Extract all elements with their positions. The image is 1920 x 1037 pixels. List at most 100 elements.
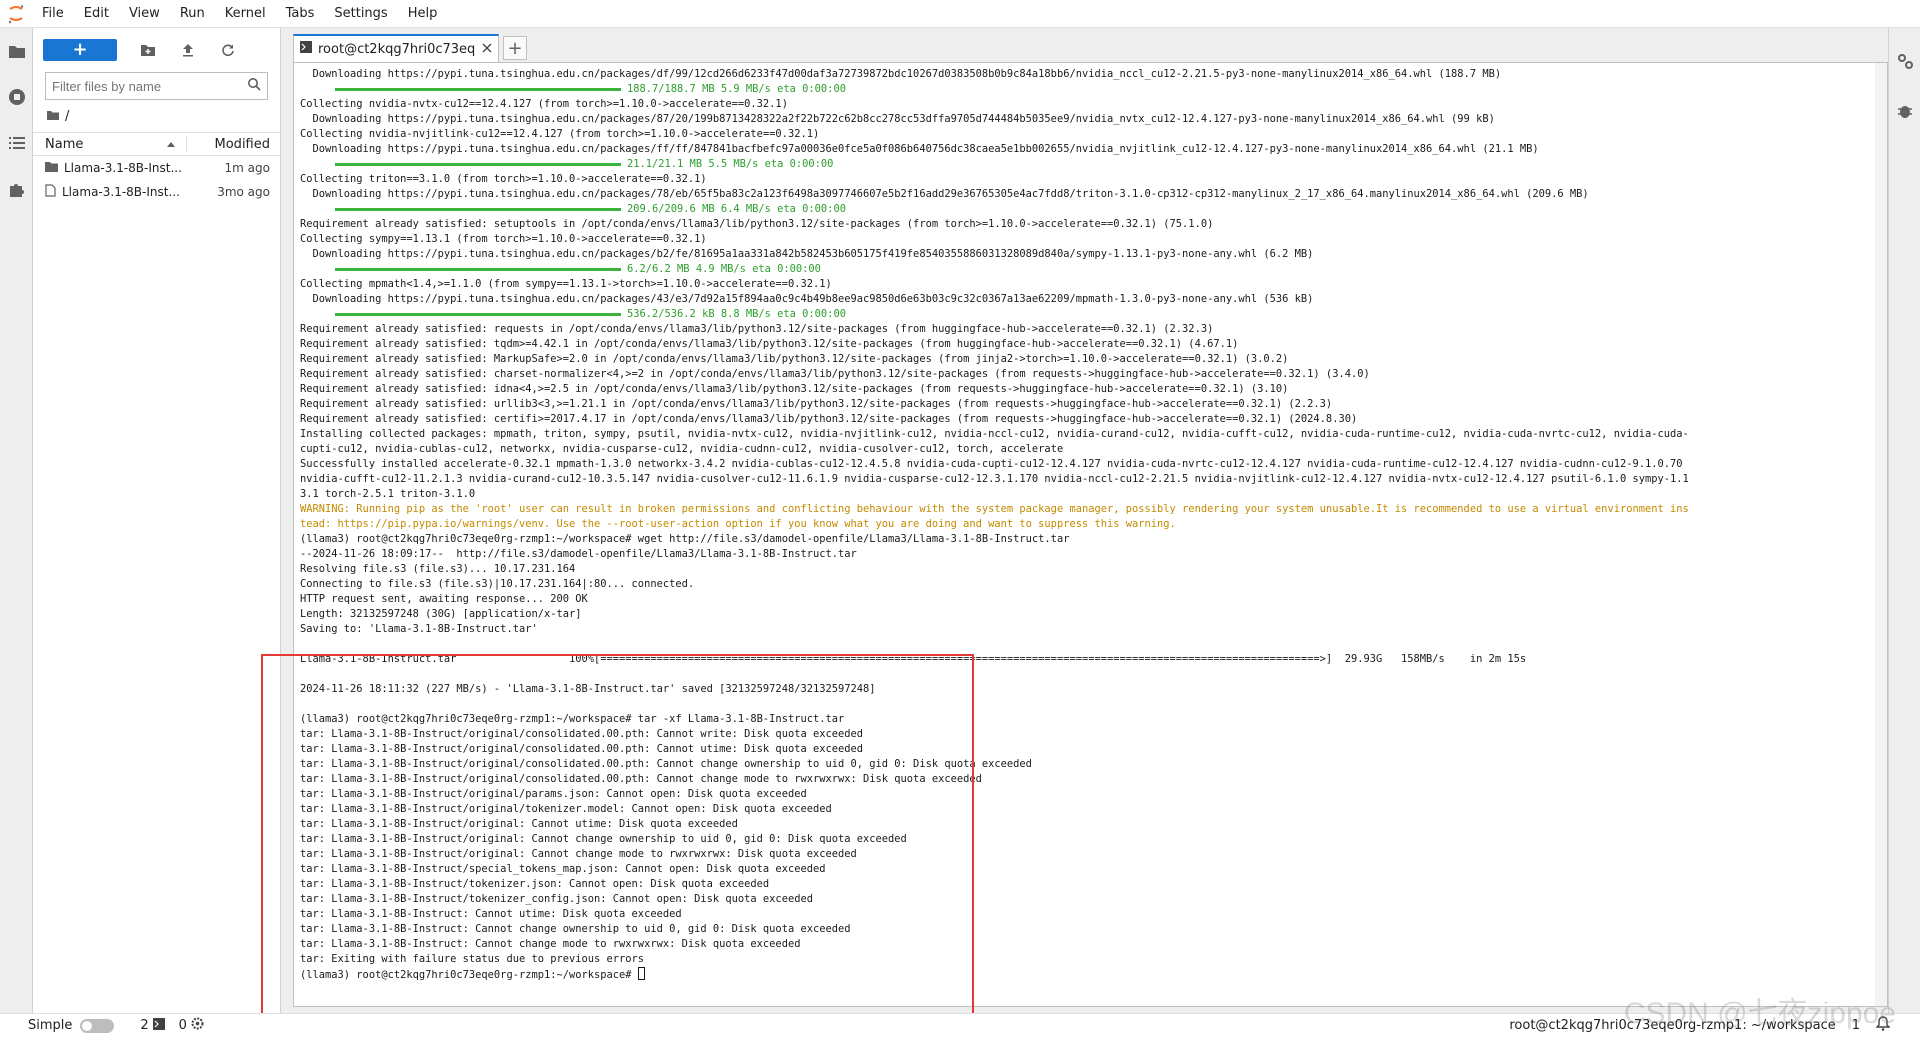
upload-icon[interactable] [179,41,197,59]
terminal-line-text: tar: Llama-3.1-8B-Instruct/original: Can… [300,833,907,845]
terminal-line: 6.2/6.2 MB 4.9 MB/s eta 0:00:00 [300,262,1881,277]
terminal-line: tar: Llama-3.1-8B-Instruct/original/cons… [300,742,1881,757]
breadcrumb-root[interactable]: / [65,109,69,124]
menu-edit[interactable]: Edit [74,0,119,28]
new-folder-icon[interactable] [139,41,157,59]
main-dock: root@ct2kqg7hri0c73eqe0rg + Downloading … [281,28,1888,1013]
terminal-panel[interactable]: Downloading https://pypi.tuna.tsinghua.e… [293,62,1888,1007]
terminal-line-text: Downloading https://pypi.tuna.tsinghua.e… [300,293,1314,305]
file-modified: 1m ago [224,161,270,175]
kernel-gear-icon [191,1017,204,1034]
terminal-line-text: 3.1 torch-2.5.1 triton-3.1.0 [300,488,476,500]
file-list-item[interactable]: Llama-3.1-8B-Inst... 3mo ago [33,180,280,204]
terminal-line: --2024-11-26 18:09:17-- http://file.s3/d… [300,547,1881,562]
search-box [45,72,268,100]
terminal-line-text: tar: Llama-3.1-8B-Instruct/original/cons… [300,743,864,755]
terminal-line: 536.2/536.2 kB 8.8 MB/s eta 0:00:00 [300,307,1881,322]
terminal-line-text: 6.2/6.2 MB 4.9 MB/s eta 0:00:00 [627,263,821,275]
terminals-count: 2 [140,1018,149,1033]
menu-view[interactable]: View [119,0,170,28]
terminal-line-text: Installing collected packages: mpmath, t… [300,428,1689,440]
terminal-line-text: nvidia-cufft-cu12-11.2.1.3 nvidia-curand… [300,473,1689,485]
terminal-line-text: --2024-11-26 18:09:17-- http://file.s3/d… [300,548,857,560]
debugger-icon[interactable] [1889,86,1920,136]
search-icon[interactable] [247,77,261,95]
menu-file[interactable]: File [32,0,74,28]
terminal-line: 209.6/209.6 MB 6.4 MB/s eta 0:00:00 [300,202,1881,217]
terminals-status[interactable]: 2 0 [140,1017,204,1034]
file-browser-toolbar: + [33,28,280,72]
terminal-line: Saving to: 'Llama-3.1-8B-Instruct.tar' [300,622,1881,637]
terminal-line: Downloading https://pypi.tuna.tsinghua.e… [300,67,1881,82]
menu-tabs[interactable]: Tabs [276,0,325,28]
tab-bar: root@ct2kqg7hri0c73eqe0rg + [281,28,1888,62]
folder-icon[interactable] [0,28,33,74]
folder-icon[interactable] [47,109,59,124]
terminal-line: Downloading https://pypi.tuna.tsinghua.e… [300,112,1881,127]
terminal-line-text: tar: Llama-3.1-8B-Instruct/tokenizer_con… [300,893,813,905]
terminal-line: Llama-3.1-8B-Instruct.tar 100%[=========… [300,652,1881,667]
bell-icon[interactable] [1875,1016,1891,1035]
terminal-line-text: Successfully installed accelerate-0.32.1… [300,458,1683,470]
terminal-line: tar: Llama-3.1-8B-Instruct/tokenizer.jso… [300,877,1881,892]
new-launcher-button[interactable]: + [43,39,117,61]
terminal-icon [300,41,312,57]
terminal-line-text: 21.1/21.1 MB 5.5 MB/s eta 0:00:00 [627,158,834,170]
menu-settings[interactable]: Settings [324,0,397,28]
terminal-line-text: tead: https://pip.pypa.io/warnings/venv.… [300,518,1176,530]
menu-kernel[interactable]: Kernel [215,0,276,28]
file-list-header: Name Modified [33,132,280,156]
menu-help[interactable]: Help [398,0,448,28]
close-icon[interactable] [482,42,492,57]
terminal-line-text: tar: Exiting with failure status due to … [300,953,645,965]
terminal-line: 188.7/188.7 MB 5.9 MB/s eta 0:00:00 [300,82,1881,97]
terminal-line: tar: Llama-3.1-8B-Instruct/original/cons… [300,757,1881,772]
terminal-line: Requirement already satisfied: setuptool… [300,217,1881,232]
terminal-line-text: tar: Llama-3.1-8B-Instruct: Cannot utime… [300,908,682,920]
running-icon[interactable] [0,74,33,120]
terminal-line-text: Resolving file.s3 (file.s3)... 10.17.231… [300,563,576,575]
file-list-item[interactable]: Llama-3.1-8B-Inst... 1m ago [33,156,280,180]
terminal-cursor [637,967,645,980]
property-inspector-icon[interactable] [1889,36,1920,86]
progress-bar [335,207,621,211]
progress-bar [335,312,621,316]
terminal-line-text: Collecting nvidia-nvjitlink-cu12==12.4.1… [300,128,820,140]
column-header-modified[interactable]: Modified [187,137,280,152]
column-header-name[interactable]: Name [33,136,187,152]
left-sidebar [0,28,33,1013]
terminal-line-text: tar: Llama-3.1-8B-Instruct/original/cons… [300,758,1032,770]
terminal-line-text: Downloading https://pypi.tuna.tsinghua.e… [300,68,1502,80]
terminal-line-text: Requirement already satisfied: urllib3<3… [300,398,1333,410]
column-label-name: Name [45,136,84,152]
terminal-line-text: WARNING: Running pip as the 'root' user … [300,503,1689,515]
terminal-line: Collecting sympy==1.13.1 (from torch>=1.… [300,232,1881,247]
file-browser: + / Name Modified Llama-3.1-8B-Inst...1m [33,28,281,1013]
terminal-line: tar: Llama-3.1-8B-Instruct/original/cons… [300,727,1881,742]
terminal-line: Connecting to file.s3 (file.s3)|10.17.23… [300,577,1881,592]
add-tab-button[interactable]: + [503,36,527,60]
jupyter-logo-icon[interactable] [0,0,32,28]
search-input[interactable] [52,78,247,94]
terminal-line-text: (llama3) root@ct2kqg7hri0c73eqe0rg-rzmp1… [300,969,638,981]
terminal-line: Requirement already satisfied: certifi>=… [300,412,1881,427]
terminal-line: tar: Llama-3.1-8B-Instruct/original/cons… [300,772,1881,787]
terminal-line-text: Requirement already satisfied: MarkupSaf… [300,353,1289,365]
simple-mode-toggle[interactable] [80,1018,115,1033]
menu-run[interactable]: Run [170,0,215,28]
terminal-line: Requirement already satisfied: urllib3<3… [300,397,1881,412]
toc-icon[interactable] [0,120,33,166]
terminal-line-text: Downloading https://pypi.tuna.tsinghua.e… [300,188,1589,200]
terminal-line-text: Downloading https://pypi.tuna.tsinghua.e… [300,143,1539,155]
folder-icon [45,161,58,175]
terminal-line: Successfully installed accelerate-0.32.1… [300,457,1881,472]
terminal-scrollbar[interactable] [1875,63,1887,1006]
terminal-line: HTTP request sent, awaiting response... … [300,592,1881,607]
refresh-icon[interactable] [219,41,237,59]
terminal-line-text: 209.6/209.6 MB 6.4 MB/s eta 0:00:00 [627,203,846,215]
extension-icon[interactable] [0,166,33,212]
terminal-line-text: Requirement already satisfied: charset-n… [300,368,1370,380]
terminal-line-text: tar: Llama-3.1-8B-Instruct/original/para… [300,788,807,800]
tab-terminal[interactable]: root@ct2kqg7hri0c73eqe0rg [293,34,499,62]
terminal-line-text: tar: Llama-3.1-8B-Instruct/original/cons… [300,728,864,740]
